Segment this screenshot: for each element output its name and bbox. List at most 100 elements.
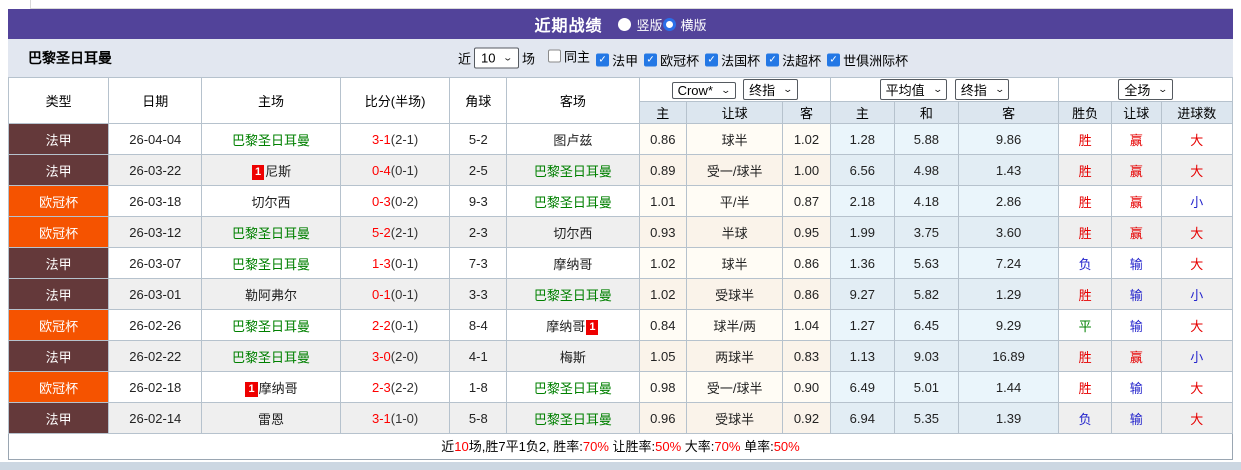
- avg-draw-cell: 5.82: [893, 278, 959, 310]
- col-outcome: 胜负: [1058, 101, 1112, 124]
- crow-away-odds-cell: 1.00: [782, 154, 831, 186]
- radio-button-icon[interactable]: [618, 17, 632, 31]
- outcome-cell: 胜: [1058, 371, 1112, 403]
- avg-away-cell: 2.86: [957, 185, 1060, 217]
- halftime-score: (2-2): [390, 379, 419, 395]
- chevron-down-icon: ⌄: [1157, 84, 1169, 94]
- checkbox-unchecked-icon[interactable]: [548, 49, 562, 63]
- summary-segment: 单率:: [740, 439, 774, 454]
- goals-result-cell: 大: [1160, 309, 1234, 341]
- checkbox-label: 法甲: [612, 53, 639, 69]
- team-name: 摩纳哥: [553, 256, 593, 272]
- crow-handicap-cell: 受球半: [686, 278, 784, 310]
- avg-home-cell: 1.28: [829, 123, 895, 155]
- chevron-down-icon: ⌄: [720, 85, 732, 95]
- score-cell: 3-1(1-0): [339, 402, 451, 434]
- avg-draw-cell: 6.45: [893, 309, 959, 341]
- match-date-cell: 26-02-18: [108, 371, 203, 403]
- outcome-cell: 胜: [1058, 216, 1112, 248]
- home-team-cell: 巴黎圣日耳曼: [201, 216, 341, 248]
- layout-radio-unselected[interactable]: 竖版: [618, 15, 663, 34]
- crow-home-odds-cell: 1.01: [638, 185, 688, 217]
- match-date-cell: 26-03-18: [108, 185, 203, 217]
- avg-draw-cell: 4.98: [893, 154, 959, 186]
- crow-away-odds-cell: 0.86: [782, 247, 831, 279]
- col-avg-draw: 和: [893, 101, 959, 124]
- col-crow-handicap: 让球: [686, 101, 784, 124]
- table-row: 法甲 26-03-22 1 尼斯 0-4(0-1) 2-5 巴黎圣日耳曼 0.89 受一/球半 1…: [7, 154, 1234, 186]
- league-type-cell: 法甲: [7, 247, 110, 279]
- crow-handicap-cell: 两球半: [686, 340, 784, 372]
- score-cell: 2-3(2-2): [339, 371, 451, 403]
- team-name: 勒阿弗尔: [245, 287, 298, 303]
- filter-checkbox-item[interactable]: ✓ 法国杯: [705, 51, 760, 70]
- table-row: 法甲 26-03-07 巴黎圣日耳曼 1-3(0-1) 7-3 摩纳哥 1.02 球半 0.86…: [7, 247, 1234, 279]
- goals-result-cell: 小: [1160, 185, 1234, 217]
- team-name: 摩纳哥: [258, 380, 298, 396]
- table-row: 欧冠杯 26-02-18 1 摩纳哥 2-3(2-2) 1-8 巴黎圣日耳曼 0.98 受一/球…: [7, 371, 1234, 403]
- checkbox-checked-icon[interactable]: ✓: [766, 53, 780, 67]
- match-date-cell: 26-03-01: [108, 278, 203, 310]
- avg-period-select[interactable]: 终指 ⌄: [954, 79, 1010, 100]
- checkbox-checked-icon[interactable]: ✓: [827, 53, 841, 67]
- avg-source-value: 平均值: [885, 83, 925, 98]
- league-checkbox-group: 同主 ✓ 法甲 ✓ 欧冠杯 ✓ 法国杯 ✓ 法超杯 ✓ 世俱洲际杯: [538, 47, 908, 70]
- near-label: 近: [458, 51, 472, 67]
- radio-label: 横版: [680, 17, 707, 33]
- avg-draw-cell: 3.75: [893, 216, 959, 248]
- crow-away-odds-cell: 1.02: [782, 123, 831, 155]
- checkbox-checked-icon[interactable]: ✓: [705, 53, 719, 67]
- filter-checkbox-item[interactable]: ✓ 法超杯: [766, 51, 821, 70]
- crow-period-select[interactable]: 终指 ⌄: [743, 79, 798, 100]
- filter-controls: 近 10 ⌄ 场 同主 ✓ 法甲 ✓ 欧冠杯 ✓ 法国杯 ✓ 法超杯 ✓ 世俱洲际杯: [455, 47, 908, 70]
- halftime-score: (2-0): [390, 348, 419, 364]
- radio-button-icon[interactable]: [662, 17, 676, 31]
- halftime-score: (0-1): [390, 317, 419, 333]
- red-rank-badge: 1: [251, 164, 265, 180]
- score-cell: 0-1(0-1): [339, 278, 451, 310]
- crow-source-select[interactable]: Crow* ⌄: [671, 82, 736, 99]
- goals-result-cell: 大: [1160, 216, 1234, 248]
- layout-radio-selected[interactable]: 横版: [662, 15, 707, 34]
- halftime-score: (2-1): [390, 131, 419, 147]
- checkbox-label: 欧冠杯: [660, 53, 700, 69]
- outcome-cell: 胜: [1058, 340, 1112, 372]
- scope-select[interactable]: 全场 ⌄: [1118, 79, 1173, 100]
- chevron-down-icon: ⌄: [782, 84, 794, 94]
- filter-checkbox-item[interactable]: ✓ 世俱洲际杯: [827, 51, 908, 70]
- scope-value: 全场: [1124, 83, 1151, 98]
- crow-home-odds-cell: 0.98: [638, 371, 688, 403]
- match-date-cell: 26-02-14: [108, 402, 203, 434]
- halftime-score: (0-2): [390, 193, 419, 209]
- checkbox-label: 世俱洲际杯: [843, 53, 909, 69]
- filter-checkbox-item[interactable]: ✓ 法甲: [596, 51, 638, 70]
- away-team-cell: 巴黎圣日耳曼: [506, 402, 640, 434]
- summary-segment: 50%: [655, 439, 682, 454]
- col-away: 客场: [506, 77, 640, 124]
- col-goals: 进球数: [1160, 101, 1234, 124]
- match-count-select[interactable]: 10 ⌄: [474, 47, 520, 69]
- table-row: 法甲 26-02-14 雷恩 3-1(1-0) 5-8 巴黎圣日耳曼 0.96 受球半 0.92…: [7, 402, 1234, 434]
- fulltime-score: 5-2: [371, 224, 391, 240]
- outcome-cell: 胜: [1058, 185, 1112, 217]
- crow-away-odds-cell: 0.83: [782, 340, 831, 372]
- score-cell: 3-0(2-0): [339, 340, 451, 372]
- avg-home-cell: 2.18: [829, 185, 895, 217]
- away-team-cell: 图卢兹: [506, 123, 640, 155]
- crow-period-value: 终指: [749, 83, 776, 98]
- team-name: 巴黎圣日耳曼: [232, 318, 311, 334]
- avg-source-select[interactable]: 平均值 ⌄: [879, 79, 948, 100]
- filter-checkbox-item[interactable]: 同主: [548, 47, 590, 66]
- crow-home-odds-cell: 0.96: [638, 402, 688, 434]
- checkbox-checked-icon[interactable]: ✓: [596, 53, 610, 67]
- red-rank-badge: 1: [586, 319, 599, 335]
- team-name: 巴黎圣日耳曼: [533, 380, 612, 396]
- crow-home-odds-cell: 1.02: [638, 278, 688, 310]
- handicap-result-cell: 输: [1110, 309, 1162, 341]
- filter-checkbox-item[interactable]: ✓ 欧冠杯: [644, 51, 699, 70]
- checkbox-checked-icon[interactable]: ✓: [644, 53, 658, 67]
- away-team-cell: 巴黎圣日耳曼: [506, 154, 640, 186]
- home-team-cell: 巴黎圣日耳曼: [201, 247, 341, 279]
- fulltime-score: 3-0: [371, 348, 391, 364]
- fulltime-score: 2-2: [371, 317, 391, 333]
